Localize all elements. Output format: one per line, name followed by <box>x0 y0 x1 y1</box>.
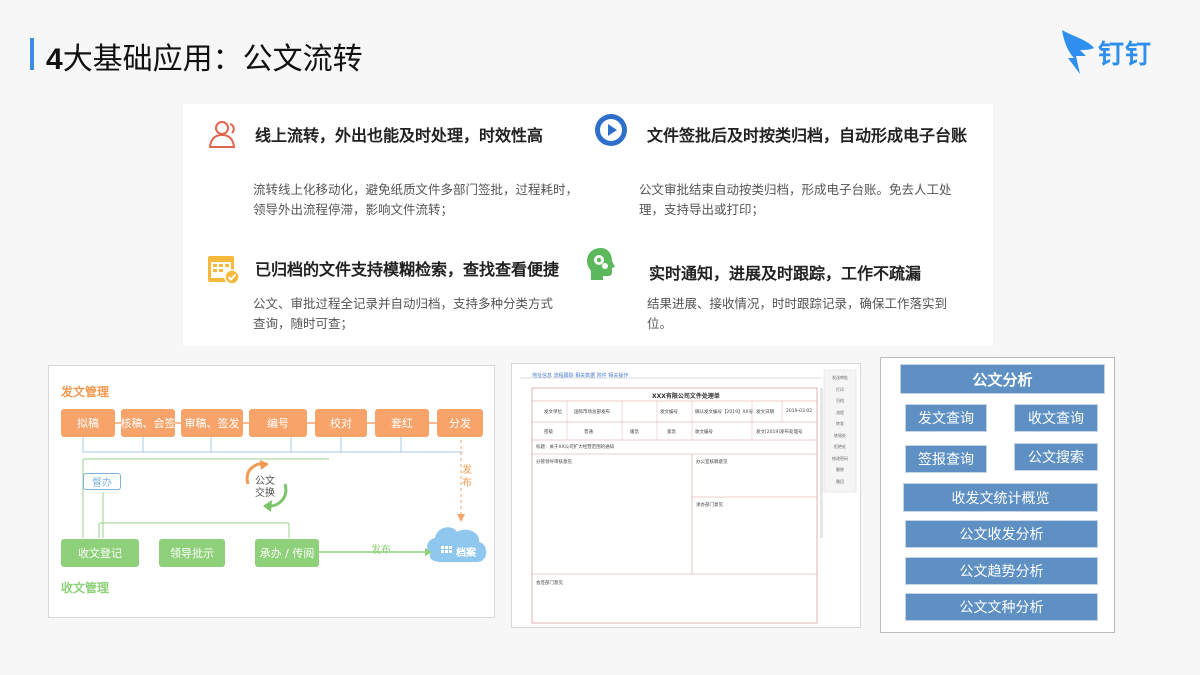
dingtalk-logo: 钉钉 <box>1060 28 1170 76</box>
form-subject: 标题：关于XX公司扩大经营范围的通知 <box>536 445 615 450</box>
form-action-button[interactable]: 流程 <box>826 407 854 419</box>
flow-step-distribute: 分发 <box>437 409 483 437</box>
receive-query-button[interactable]: 收文查询 <box>1014 404 1098 432</box>
form-cell: 发文单位 <box>544 410 562 415</box>
form-action-button[interactable]: 撤回 <box>826 476 854 488</box>
form-title: XXX有限公司文件处理单 <box>652 393 720 400</box>
analysis-header: 公文分析 <box>900 364 1105 394</box>
feature-desc: 位。 <box>647 316 673 331</box>
head-gear-icon <box>587 248 615 280</box>
form-cell: 缓急 <box>630 430 639 435</box>
form-cell: 普通 <box>584 430 593 435</box>
form-action-button[interactable]: 修改密码 <box>826 453 854 465</box>
form-section: 会签部门意见 <box>536 581 563 586</box>
form-screenshot-panel: 地址信息 流程跟踪 相关数据 附件 相关操作 XXX有限公司文件处理单 发文单位… <box>511 363 861 628</box>
supervise-box: 督办 <box>83 473 121 490</box>
stats-overview-button[interactable]: 收发文统计概览 <box>903 483 1098 512</box>
form-cell: 确认发文编号【2019】XX号 <box>695 410 754 415</box>
user-group-icon <box>208 121 236 148</box>
form-grid <box>520 369 857 624</box>
feature-section: 线上流转，外出也能及时处理，时效性高 流转线上化移动化，避免纸质文件多部门签批，… <box>183 104 993 346</box>
send-query-button[interactable]: 发文查询 <box>905 404 987 432</box>
flow-step-draft: 拟稿 <box>61 409 115 437</box>
form-action-button[interactable]: 发送审批 <box>826 372 854 384</box>
flow-step-redhead: 套红 <box>375 409 429 437</box>
form-action-button[interactable]: 打印 <box>826 384 854 396</box>
calendar-check-icon <box>208 256 240 285</box>
form-cell: 密级 <box>544 430 553 435</box>
flow-diagram-panel: 发文管理 拟稿 核稿、会签 审稿、签发 编号 校对 套红 分发 督办 公文 交换… <box>48 365 495 618</box>
feature-desc: 领导外出流程停滞，影响文件流转； <box>253 202 454 217</box>
flow-step-handle: 承办 / 传阅 <box>255 539 319 567</box>
doctype-analysis-button[interactable]: 公文文种分析 <box>905 593 1098 621</box>
play-circle-icon <box>595 114 627 146</box>
form-cell: 收文编号 <box>695 430 713 435</box>
form-action-button[interactable]: 转阅处 <box>826 430 854 442</box>
feature-title: 实时通知，进展及时跟踪，工作不疏漏 <box>649 264 922 283</box>
flow-step-register: 收文登记 <box>61 539 139 567</box>
title-accent-bar <box>30 38 34 70</box>
feature-desc: 结果进展、接收情况，时时跟踪记录，确保工作落实到 <box>647 296 948 311</box>
form-cell: 紧急 <box>667 430 676 435</box>
form-section: 办公室核稿意见 <box>696 460 728 465</box>
exchange-label: 公文 交换 <box>255 476 275 499</box>
form-action-button[interactable]: 拒绝处 <box>826 441 854 453</box>
report-query-button[interactable]: 签报查询 <box>905 445 987 473</box>
feature-title: 已归档的文件支持模糊检索，查找查看便捷 <box>255 260 560 279</box>
doc-search-button[interactable]: 公文搜索 <box>1014 443 1098 471</box>
flow-step-proofread: 校对 <box>315 409 367 437</box>
feature-title: 线上流转，外出也能及时处理，时效性高 <box>255 126 544 145</box>
form-cell: 发文编号 <box>660 410 678 415</box>
feature-desc: 流转线上化移动化，避免纸质文件多部门签批，过程耗时， <box>253 182 579 197</box>
flow-step-number: 编号 <box>249 409 307 437</box>
flow-step-review: 核稿、会签 <box>121 409 176 437</box>
form-side-actions: 发送审批 打印 归档 流程 转发 转阅处 拒绝处 修改密码 删除 撤回 <box>826 372 854 487</box>
form-action-button[interactable]: 转发 <box>826 418 854 430</box>
archive-label: 档案 <box>456 548 476 559</box>
feature-desc: 理，支持导出或打印； <box>639 202 765 217</box>
form-section: 承办部门意见 <box>696 503 723 508</box>
form-section: 分管领导审核意见 <box>536 460 572 465</box>
send-recv-analysis-button[interactable]: 公文收发分析 <box>905 520 1098 548</box>
publish-label: 发布 <box>371 545 391 556</box>
recv-section-label: 收文管理 <box>61 581 110 595</box>
form-action-button[interactable]: 删除 <box>826 464 854 476</box>
trend-analysis-button[interactable]: 公文趋势分析 <box>905 557 1098 585</box>
feature-desc: 公文审批结束自动按类归档，形成电子台账。免去人工处 <box>639 182 952 197</box>
feature-desc: 查询，随时可查； <box>253 316 354 331</box>
form-action-button[interactable]: 归档 <box>826 395 854 407</box>
feature-desc: 公文、审批过程全记录并自动归档，支持多种分类方式 <box>253 296 554 311</box>
flow-step-approve: 审稿、签发 <box>181 409 243 437</box>
form-cell: 2019-03-02 <box>786 409 813 414</box>
page-title: 4大基础应用：公文流转 <box>46 42 363 77</box>
dingtalk-wing-icon <box>1062 30 1094 74</box>
analysis-panel: 公文分析 发文查询 收文查询 签报查询 公文搜索 收发文统计概览 公文收发分析 … <box>880 357 1115 633</box>
feature-title: 文件签批后及时按类归档，自动形成电子台账 <box>647 126 968 145</box>
publish-vertical-label: 发布 <box>462 465 472 489</box>
form-cell: 国际市场总部发布 <box>574 410 610 415</box>
form-cell: 发文日期 <box>756 410 774 415</box>
form-cell: 发文[2019]发布处理号 <box>756 430 803 435</box>
flow-step-leader: 领导批示 <box>159 539 225 567</box>
logo-text: 钉钉 <box>1098 40 1153 70</box>
